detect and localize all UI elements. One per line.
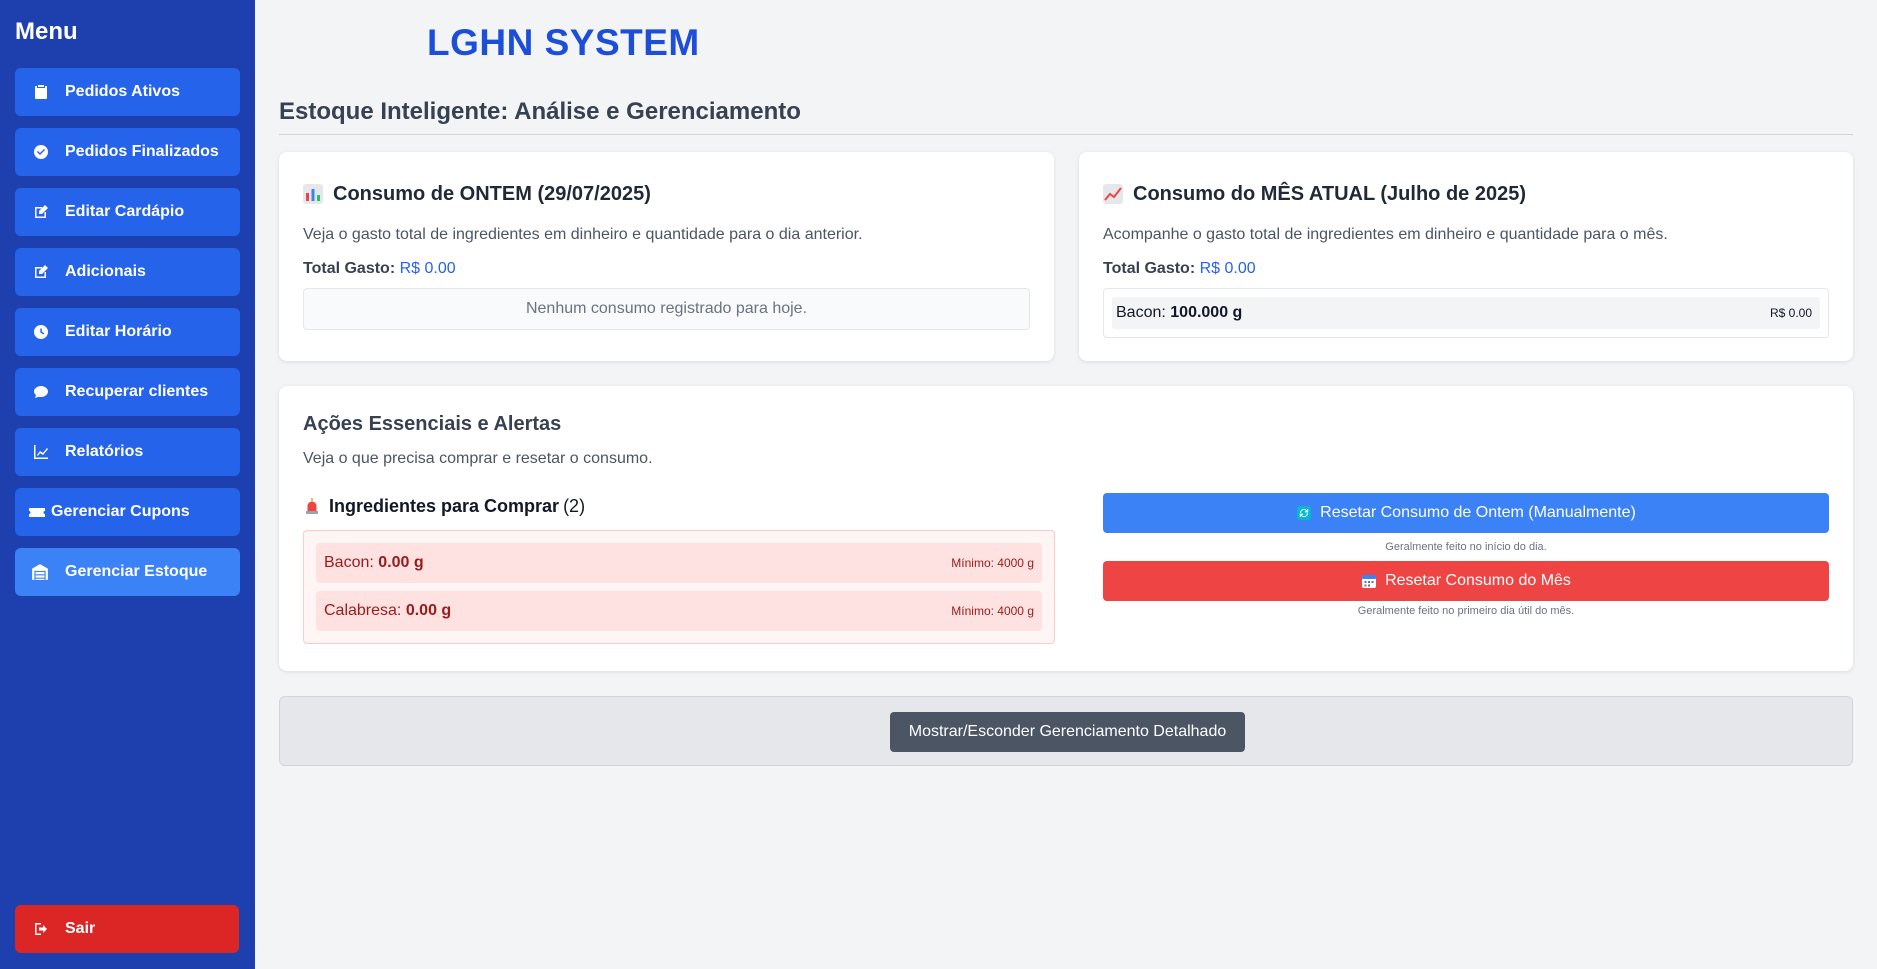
sidebar-item-relatorios[interactable]: Relatórios — [15, 428, 240, 476]
month-description: Acompanhe o gasto total de ingredientes … — [1103, 226, 1668, 243]
clock-icon — [31, 322, 51, 342]
total-value: R$ 0.00 — [399, 260, 456, 277]
total-label: Total Gasto: — [303, 260, 396, 277]
reset-yesterday-label: Resetar Consumo de Ontem (Manualmente) — [1320, 504, 1636, 521]
ingredient-qty: 0.00 g — [405, 602, 452, 619]
reset-month-label: Resetar Consumo do Mês — [1385, 572, 1571, 589]
ingredient-qty: 100.000 g — [1170, 304, 1243, 321]
sidebar-item-label: Gerenciar Estoque — [65, 563, 208, 580]
actions-alerts-card: Ações Essenciais e Alertas Veja o que pr… — [279, 386, 1853, 671]
total-label: Total Gasto: — [1103, 260, 1196, 277]
ingredient-minimum: Mínimo: 4000 g — [951, 604, 1034, 618]
ingredient-cost: R$ 0.00 — [1769, 306, 1812, 320]
sidebar-item-label: Editar Horário — [65, 323, 172, 340]
buy-list-title: Ingredientes para Comprar (2) — [303, 494, 1055, 518]
month-usage-list: Bacon: 100.000 g R$ 0.00 — [1103, 288, 1829, 338]
usage-item: Bacon: 100.000 g — [1116, 304, 1242, 322]
sidebar-item-gerenciar-cupons[interactable]: Gerenciar Cupons — [15, 488, 240, 536]
sidebar-item-pedidos-ativos[interactable]: Pedidos Ativos — [15, 68, 240, 116]
yesterday-description: Veja o gasto total de ingredientes em di… — [303, 226, 863, 243]
reset-month-button[interactable]: Resetar Consumo do Mês — [1103, 561, 1829, 601]
line-chart-icon — [31, 442, 51, 462]
buy-list: Bacon: 0.00 g Mínimo: 4000 g Calabresa: … — [303, 530, 1055, 644]
actions-description: Veja o que precisa comprar e resetar o c… — [303, 450, 653, 467]
siren-alert-icon — [303, 497, 321, 515]
ingredient-name: Calabresa: — [324, 602, 402, 619]
toggle-detailed-management-button[interactable]: Mostrar/Esconder Gerenciamento Detalhado — [890, 712, 1245, 752]
reset-yesterday-hint: Geralmente feito no início do dia. — [1385, 541, 1547, 553]
sidebar: Menu Pedidos Ativos Pedidos Finalizados … — [0, 0, 255, 969]
reset-month-hint: Geralmente feito no primeiro dia útil do… — [1357, 605, 1575, 617]
sign-out-icon — [31, 919, 51, 939]
trend-up-emoji-icon — [1103, 184, 1123, 204]
brand-title: LGHN SYSTEM — [427, 22, 700, 63]
sidebar-item-editar-horario[interactable]: Editar Horário — [15, 308, 240, 356]
logout-label: Sair — [65, 920, 96, 937]
buy-list-section: Ingredientes para Comprar (2) Bacon: 0.0… — [303, 494, 1055, 644]
buy-item: Bacon: 0.00 g — [324, 554, 424, 572]
sidebar-item-label: Editar Cardápio — [65, 203, 185, 220]
bar-chart-emoji-icon — [303, 184, 323, 204]
list-item: Bacon: 100.000 g R$ 0.00 — [1112, 297, 1820, 329]
ingredient-minimum: Mínimo: 4000 g — [951, 556, 1034, 570]
edit-icon — [31, 262, 51, 282]
ticket-icon — [27, 502, 47, 522]
reset-actions: Resetar Consumo de Ontem (Manualmente) G… — [1103, 493, 1829, 625]
edit-icon — [31, 202, 51, 222]
month-card-title: Consumo do MÊS ATUAL (Julho de 2025) — [1103, 176, 1829, 212]
divider — [279, 134, 1853, 135]
buy-count: (2) — [563, 495, 586, 516]
chat-bubble-icon — [31, 382, 51, 402]
sidebar-item-pedidos-finalizados[interactable]: Pedidos Finalizados — [15, 128, 240, 176]
warehouse-icon — [29, 562, 51, 582]
ingredient-qty: 0.00 g — [378, 554, 424, 571]
main-content: LGHN SYSTEM Estoque Inteligente: Análise… — [255, 0, 1877, 969]
total-value: R$ 0.00 — [1199, 260, 1256, 277]
refresh-icon — [1296, 505, 1312, 521]
sidebar-item-recuperar-clientes[interactable]: Recuperar clientes — [15, 368, 240, 416]
yesterday-title-text: Consumo de ONTEM (29/07/2025) — [333, 182, 651, 205]
ingredient-name: Bacon: — [324, 554, 374, 571]
list-item: Calabresa: 0.00 g Mínimo: 4000 g — [316, 591, 1042, 631]
sidebar-item-label: Pedidos Ativos — [65, 83, 180, 100]
check-circle-icon — [31, 142, 51, 162]
sidebar-item-label: Adicionais — [65, 263, 146, 280]
yesterday-consumption-card: Consumo de ONTEM (29/07/2025) Veja o gas… — [279, 152, 1054, 361]
detailed-management-panel: Mostrar/Esconder Gerenciamento Detalhado — [279, 696, 1853, 766]
menu-title: Menu — [15, 18, 78, 45]
sidebar-item-adicionais[interactable]: Adicionais — [15, 248, 240, 296]
page-title: Estoque Inteligente: Análise e Gerenciam… — [279, 98, 801, 125]
sidebar-item-label: Recuperar clientes — [65, 383, 209, 400]
sidebar-item-label: Relatórios — [65, 443, 144, 460]
month-total: Total Gasto: R$ 0.00 — [1103, 260, 1829, 278]
buy-title-text: Ingredientes para Comprar — [329, 495, 560, 516]
yesterday-total: Total Gasto: R$ 0.00 — [303, 260, 1030, 278]
sidebar-item-gerenciar-estoque[interactable]: Gerenciar Estoque — [15, 548, 240, 596]
ingredient-name: Bacon: — [1116, 304, 1166, 321]
month-title-text: Consumo do MÊS ATUAL (Julho de 2025) — [1133, 182, 1526, 205]
actions-title: Ações Essenciais e Alertas — [303, 413, 562, 435]
sidebar-item-editar-cardapio[interactable]: Editar Cardápio — [15, 188, 240, 236]
empty-consumption-message: Nenhum consumo registrado para hoje. — [303, 288, 1030, 330]
calendar-icon — [1361, 573, 1377, 589]
sidebar-item-label: Pedidos Finalizados — [65, 143, 219, 160]
reset-yesterday-button[interactable]: Resetar Consumo de Ontem (Manualmente) — [1103, 493, 1829, 533]
month-consumption-card: Consumo do MÊS ATUAL (Julho de 2025) Aco… — [1079, 152, 1853, 361]
list-item: Bacon: 0.00 g Mínimo: 4000 g — [316, 543, 1042, 583]
sidebar-item-label: Gerenciar Cupons — [51, 503, 190, 520]
clipboard-icon — [31, 82, 51, 102]
logout-button[interactable]: Sair — [15, 905, 239, 953]
yesterday-card-title: Consumo de ONTEM (29/07/2025) — [303, 176, 1030, 212]
buy-item: Calabresa: 0.00 g — [324, 602, 451, 620]
